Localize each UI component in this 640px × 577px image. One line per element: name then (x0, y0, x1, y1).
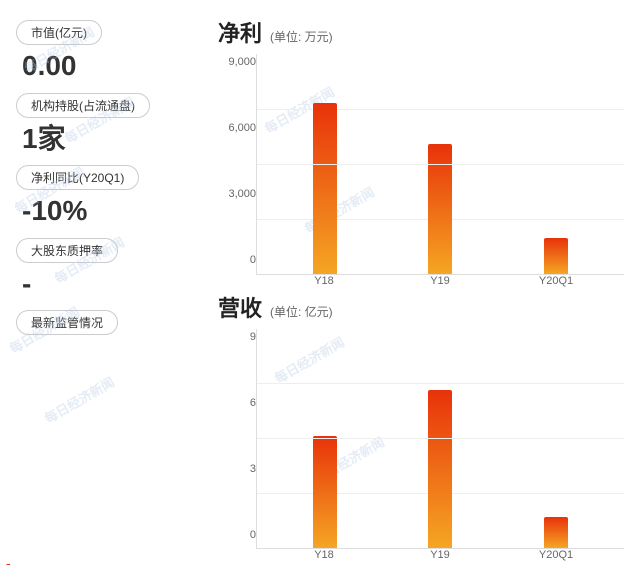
bar-wrapper-y20q1-np (544, 238, 568, 274)
y-label-6000: 6,000 (228, 122, 256, 134)
market-cap-label: 市值(亿元) (16, 20, 102, 45)
bar-group-y20q1-np (544, 238, 568, 274)
x-label-y20q1-rev: Y20Q1 (536, 549, 576, 561)
revenue-title: 营收 (218, 291, 262, 323)
net-profit-header: 净利 (单位: 万元) (218, 16, 624, 48)
institutional-label: 机构持股(占流通盘) (16, 93, 150, 118)
x-label-y18-rev: Y18 (304, 549, 344, 561)
left-panel: 市值(亿元) 0.00 机构持股(占流通盘) 1家 净利同比(Y20Q1) -1… (16, 16, 206, 561)
revenue-chart-area: 9 6 3 0 (218, 329, 624, 562)
net-profit-y-axis: 9,000 6,000 3,000 0 (218, 54, 256, 287)
major-shareholder-value: - (16, 267, 206, 301)
bar-wrapper-y18-np (313, 103, 337, 274)
y-label-9000: 9,000 (228, 56, 256, 68)
revenue-chart-inner: 9 6 3 0 (218, 329, 624, 562)
net-profit-unit: (单位: 万元) (270, 28, 333, 45)
major-shareholder-label: 大股东质押率 (16, 238, 118, 263)
net-profit-yoy-value: -10% (16, 194, 206, 228)
net-profit-yoy-label: 净利同比(Y20Q1) (16, 165, 139, 190)
revenue-unit: (单位: 亿元) (270, 303, 333, 320)
net-profit-bars-area (256, 54, 624, 275)
net-profit-chart-area: 9,000 6,000 3,000 0 (218, 54, 624, 287)
net-profit-chart: 净利 (单位: 万元) 9,000 6,000 3,000 0 (218, 16, 624, 287)
x-label-y20q1-np: Y20Q1 (536, 275, 576, 287)
bar-wrapper-y19-np (428, 144, 452, 274)
net-profit-title: 净利 (218, 16, 262, 48)
metric-institutional: 机构持股(占流通盘) 1家 (16, 93, 206, 156)
metric-supervision: 最新监管情况 (16, 310, 206, 335)
metric-net-profit-yoy: 净利同比(Y20Q1) -10% (16, 165, 206, 228)
x-label-y18-np: Y18 (304, 275, 344, 287)
bar-y20q1-np (544, 238, 568, 274)
x-label-y19-rev: Y19 (420, 549, 460, 561)
revenue-header: 营收 (单位: 亿元) (218, 291, 624, 323)
net-profit-chart-inner: 9,000 6,000 3,000 0 (218, 54, 624, 287)
net-profit-bars-container: Y18 Y19 Y20Q1 (256, 54, 624, 287)
bar-wrapper-y18-rev (313, 436, 337, 548)
revenue-bars-container: Y18 Y19 Y20Q1 (256, 329, 624, 562)
metric-market-cap: 市值(亿元) 0.00 (16, 20, 206, 83)
institutional-value: 1家 (16, 122, 206, 156)
bar-group-y20q1-rev (544, 517, 568, 548)
revenue-bars-area (256, 329, 624, 550)
bar-y19-rev (428, 390, 452, 548)
revenue-x-labels: Y18 Y19 Y20Q1 (256, 549, 624, 561)
bar-y20q1-rev (544, 517, 568, 548)
bar-group-y19-np (428, 144, 452, 274)
net-profit-x-labels: Y18 Y19 Y20Q1 (256, 275, 624, 287)
bottom-dash: - (6, 555, 11, 571)
right-panel: 净利 (单位: 万元) 9,000 6,000 3,000 0 (218, 16, 624, 561)
bar-group-y18-rev (313, 436, 337, 548)
market-cap-value: 0.00 (16, 49, 206, 83)
x-label-y19-np: Y19 (420, 275, 460, 287)
bar-y18-rev (313, 436, 337, 548)
revenue-y-axis: 9 6 3 0 (218, 329, 256, 562)
bar-group-y18-np (313, 103, 337, 274)
bar-y19-np (428, 144, 452, 274)
supervision-label: 最新监管情况 (16, 310, 118, 335)
metric-major-shareholder: 大股东质押率 - (16, 238, 206, 301)
revenue-chart: 营收 (单位: 亿元) 9 6 3 0 (218, 291, 624, 562)
bar-y18-np (313, 103, 337, 274)
y-label-3000: 3,000 (228, 188, 256, 200)
bar-wrapper-y19-rev (428, 390, 452, 548)
bar-group-y19-rev (428, 390, 452, 548)
bar-wrapper-y20q1-rev (544, 517, 568, 548)
